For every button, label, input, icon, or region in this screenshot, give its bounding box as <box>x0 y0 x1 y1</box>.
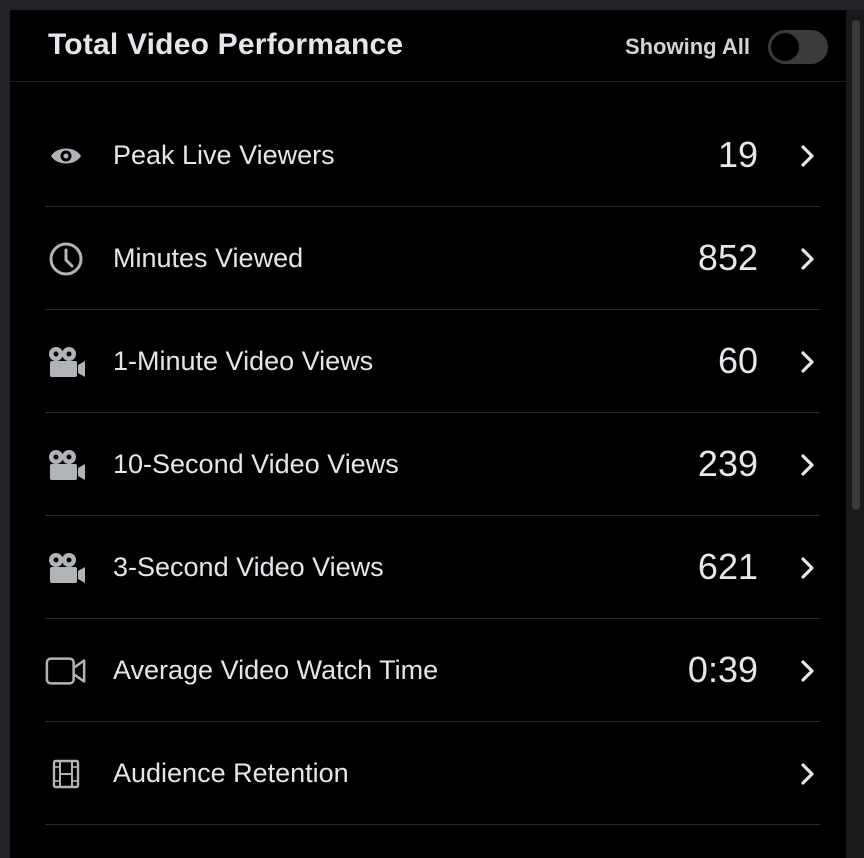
chevron-right-icon <box>798 657 818 685</box>
metric-value: 852 <box>697 237 758 278</box>
metric-value: 19 <box>717 134 758 175</box>
movie-camera-icon <box>45 342 87 382</box>
showing-all-toggle[interactable] <box>768 30 828 64</box>
chevron-right-icon <box>798 554 818 582</box>
clock-icon <box>45 239 87 279</box>
metric-row-peak-live-viewers[interactable]: Peak Live Viewers 19 <box>45 104 820 207</box>
panel-header: Total Video Performance Showing All <box>10 10 846 82</box>
metric-label: Peak Live Viewers <box>113 140 335 170</box>
metric-value: 621 <box>697 546 758 587</box>
chevron-right-icon <box>798 245 818 273</box>
movie-camera-icon <box>45 445 87 485</box>
metric-value: 239 <box>697 443 758 484</box>
metric-row-1-minute-video-views[interactable]: 1-Minute Video Views 60 <box>45 310 820 413</box>
eye-icon <box>45 136 87 176</box>
showing-all-label: Showing All <box>624 34 750 59</box>
metric-label: Minutes Viewed <box>113 243 304 273</box>
metric-label: 10-Second Video Views <box>113 449 399 479</box>
metric-label: 1-Minute Video Views <box>113 346 374 376</box>
toggle-knob <box>771 33 799 61</box>
chevron-right-icon <box>798 142 818 170</box>
video-performance-panel: Total Video Performance Showing All Peak… <box>10 10 846 858</box>
metrics-list: Peak Live Viewers 19 Minutes Viewed 852 <box>45 104 820 825</box>
metric-row-minutes-viewed[interactable]: Minutes Viewed 852 <box>45 207 820 310</box>
metric-value: 60 <box>717 340 758 381</box>
panel-title: Total Video Performance <box>48 28 404 61</box>
metric-row-audience-retention[interactable]: Audience Retention <box>45 722 820 825</box>
film-strip-icon <box>45 754 87 794</box>
metric-label: 3-Second Video Views <box>113 552 384 582</box>
scrollbar-thumb[interactable] <box>852 20 860 510</box>
movie-camera-icon <box>45 548 87 588</box>
metric-row-10-second-video-views[interactable]: 10-Second Video Views 239 <box>45 413 820 516</box>
chevron-right-icon <box>798 451 818 479</box>
chevron-right-icon <box>798 760 818 788</box>
metric-row-average-video-watch-time[interactable]: Average Video Watch Time 0:39 <box>45 619 820 722</box>
metric-row-3-second-video-views[interactable]: 3-Second Video Views 621 <box>45 516 820 619</box>
metric-value: 0:39 <box>687 649 758 690</box>
metric-label: Average Video Watch Time <box>113 655 439 685</box>
chevron-right-icon <box>798 348 818 376</box>
video-camera-icon <box>45 651 87 691</box>
metric-label: Audience Retention <box>113 758 349 788</box>
